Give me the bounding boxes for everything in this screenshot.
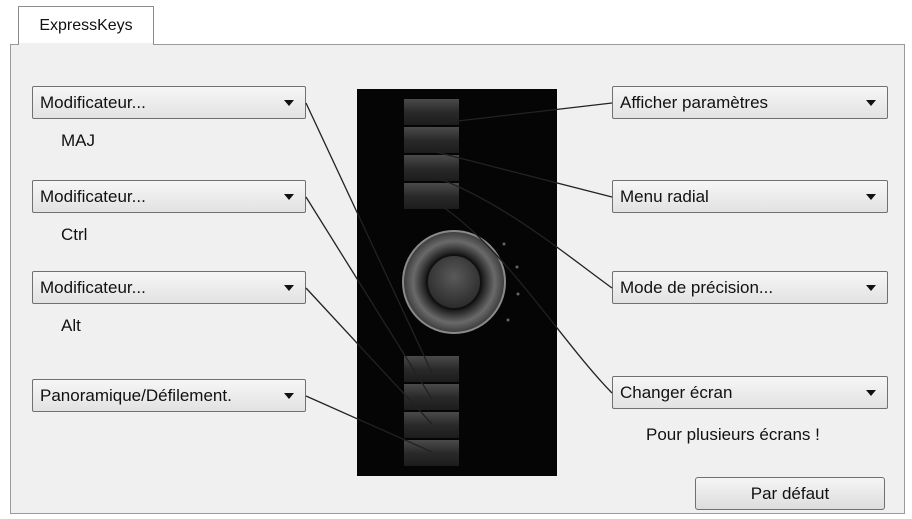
dropdown-label: Menu radial bbox=[620, 186, 709, 206]
right-key-4-note: Pour plusieurs écrans ! bbox=[646, 425, 820, 444]
chevron-down-icon bbox=[866, 99, 876, 106]
top-expresskeys-graphic bbox=[404, 99, 459, 209]
tab-label: ExpressKeys bbox=[39, 16, 133, 34]
tab-expresskeys[interactable]: ExpressKeys bbox=[18, 6, 154, 44]
left-key-1-dropdown[interactable]: Modificateur... bbox=[32, 86, 306, 119]
chevron-down-icon bbox=[284, 284, 294, 291]
chevron-down-icon bbox=[866, 284, 876, 291]
tab-divider bbox=[19, 43, 153, 46]
right-key-4-dropdown[interactable]: Changer écran bbox=[612, 376, 888, 409]
dropdown-label: Afficher paramètres bbox=[620, 92, 769, 112]
right-key-2-dropdown[interactable]: Menu radial bbox=[612, 180, 888, 213]
chevron-down-icon bbox=[284, 392, 294, 399]
chevron-down-icon bbox=[284, 193, 294, 200]
default-button[interactable]: Par défaut bbox=[695, 477, 885, 510]
dropdown-label: Mode de précision... bbox=[620, 277, 774, 297]
tablet-illustration bbox=[357, 89, 557, 476]
left-key-3-modifier-label: Alt bbox=[61, 316, 81, 335]
chevron-down-icon bbox=[284, 99, 294, 106]
left-key-3-dropdown[interactable]: Modificateur... bbox=[32, 271, 306, 304]
left-key-2-modifier-label: Ctrl bbox=[61, 225, 88, 244]
dropdown-label: Modificateur... bbox=[40, 92, 146, 112]
right-key-3-dropdown[interactable]: Mode de précision... bbox=[612, 271, 888, 304]
right-key-1-dropdown[interactable]: Afficher paramètres bbox=[612, 86, 888, 119]
touch-ring-graphic bbox=[402, 230, 520, 334]
dropdown-label: Panoramique/Défilement. bbox=[40, 385, 232, 405]
default-button-label: Par défaut bbox=[750, 483, 830, 503]
chevron-down-icon bbox=[866, 389, 876, 396]
left-key-1-modifier-label: MAJ bbox=[61, 131, 95, 150]
bottom-expresskeys-graphic bbox=[404, 356, 459, 466]
dropdown-label: Changer écran bbox=[620, 382, 733, 402]
tablet-graphic bbox=[402, 99, 520, 466]
left-key-2-dropdown[interactable]: Modificateur... bbox=[32, 180, 306, 213]
left-key-4-dropdown[interactable]: Panoramique/Défilement. bbox=[32, 379, 306, 412]
dropdown-label: Modificateur... bbox=[40, 277, 146, 297]
chevron-down-icon bbox=[866, 193, 876, 200]
dropdown-label: Modificateur... bbox=[40, 186, 146, 206]
